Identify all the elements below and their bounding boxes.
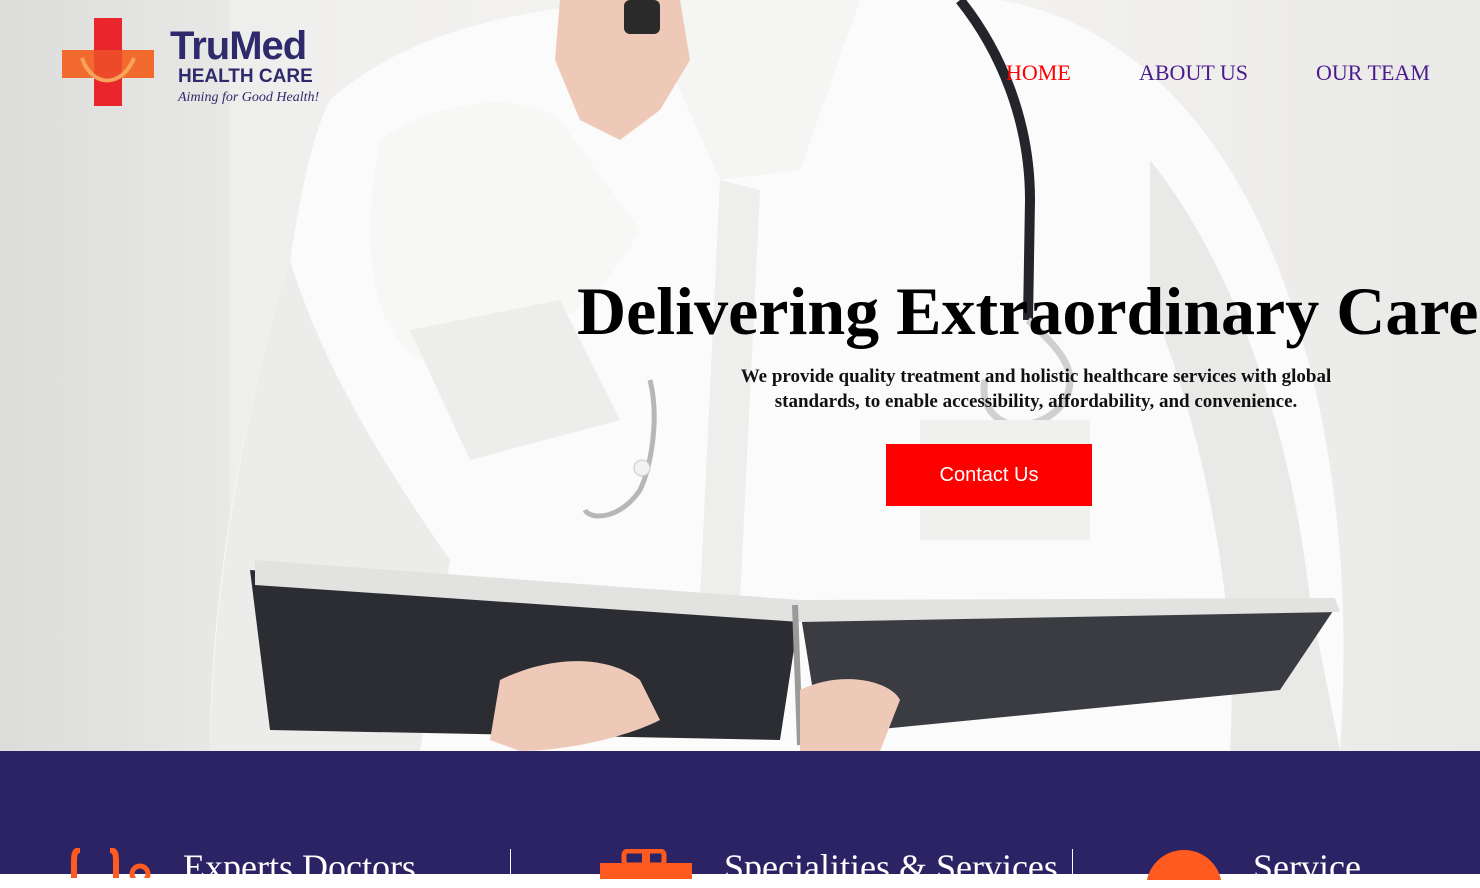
feature-divider (1072, 849, 1073, 879)
nav-item-about-us[interactable]: ABOUT US (1139, 60, 1248, 86)
service-icon (1146, 850, 1222, 880)
brand-subtitle: HEALTH CARE (178, 66, 313, 87)
nav-item-our-team[interactable]: OUR TEAM (1316, 60, 1430, 86)
feature-divider (510, 849, 511, 879)
brand-logo[interactable]: TruMed HEALTH CARE Aiming for Good Healt… (60, 16, 340, 112)
hero-headline: Delivering Extraordinary Care! (577, 273, 1480, 349)
feature-service-title: Service (1253, 847, 1361, 887)
hero-description: We provide quality treatment and holisti… (740, 366, 1332, 412)
medical-cross-logo-icon (62, 18, 154, 106)
brand-tagline: Aiming for Good Health! (178, 90, 320, 105)
medical-bag-icon (600, 849, 692, 879)
brand-name: TruMed (170, 24, 307, 68)
contact-us-button[interactable]: Contact Us (886, 444, 1092, 506)
feature-experts-doctors-title: Experts Doctors (183, 847, 416, 887)
feature-specialities-title: Specialities & Services (724, 847, 1058, 887)
hero-banner: TruMed HEALTH CARE Aiming for Good Healt… (0, 0, 1480, 751)
nav-item-home[interactable]: HOME (1006, 60, 1071, 86)
